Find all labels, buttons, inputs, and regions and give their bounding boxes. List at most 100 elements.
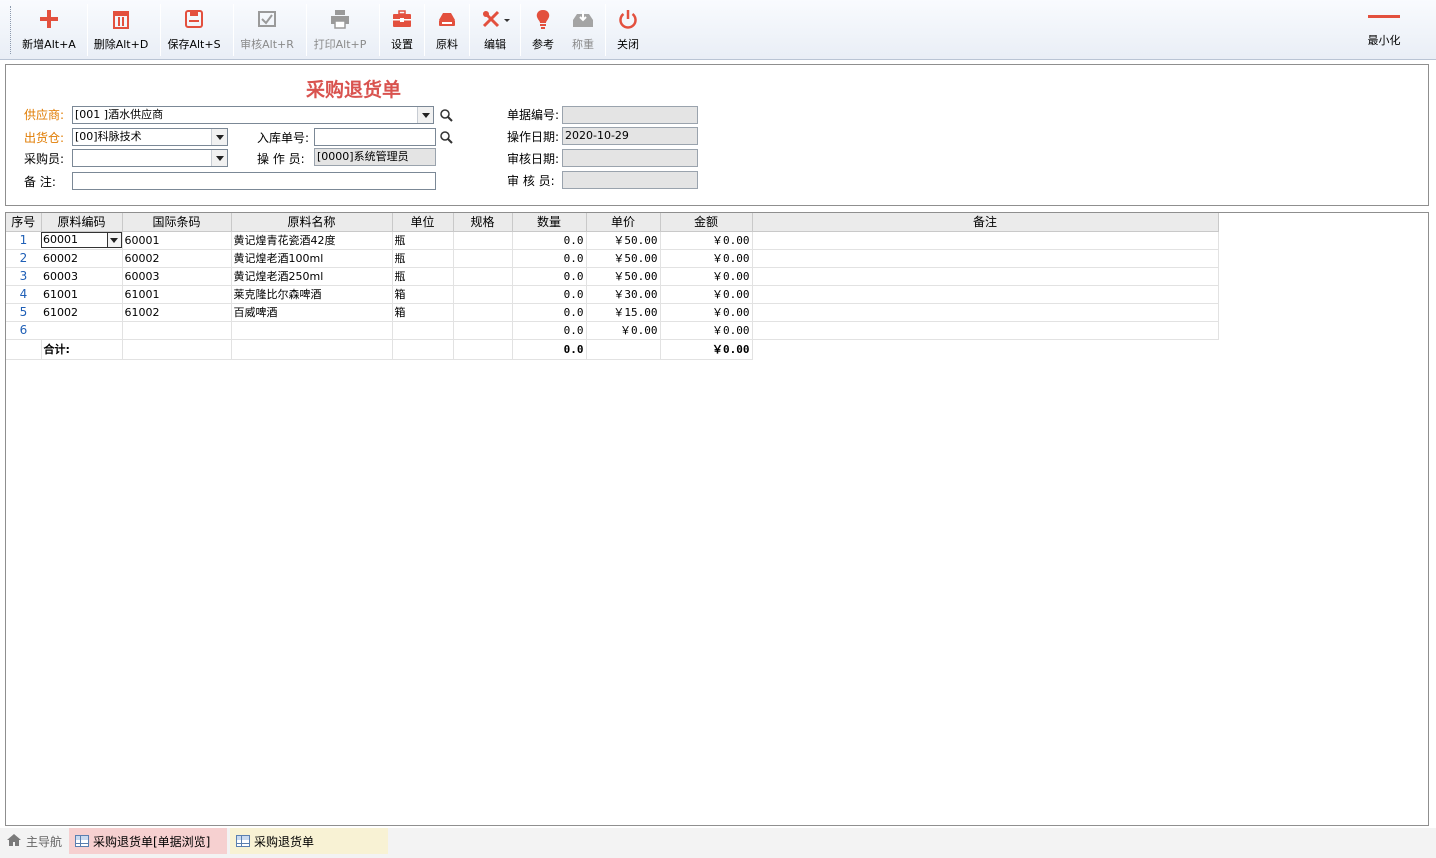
unit-cell[interactable] bbox=[392, 321, 454, 340]
name-cell[interactable] bbox=[231, 321, 393, 340]
supplier-search-icon[interactable] bbox=[438, 107, 454, 123]
code-cell[interactable]: 61002 bbox=[41, 303, 123, 322]
unit-cell[interactable]: 箱 bbox=[392, 303, 454, 322]
spec-cell[interactable] bbox=[453, 285, 513, 304]
column-header[interactable]: 备注 bbox=[752, 213, 1219, 232]
unit-cell[interactable]: 瓶 bbox=[392, 249, 454, 268]
price-cell[interactable]: ￥50.00 bbox=[586, 249, 661, 268]
delete-button[interactable]: 删除Alt+D bbox=[90, 4, 152, 56]
warehouse-label: 出货仓: bbox=[24, 131, 65, 145]
chevron-down-icon[interactable] bbox=[417, 107, 433, 123]
qty-cell[interactable]: 0.0 bbox=[512, 267, 587, 286]
name-cell[interactable]: 百威啤酒 bbox=[231, 303, 393, 322]
column-header[interactable]: 数量 bbox=[512, 213, 587, 232]
unit-cell[interactable]: 瓶 bbox=[392, 231, 454, 250]
column-header[interactable]: 原料编码 bbox=[41, 213, 123, 232]
toolbar-grip[interactable] bbox=[10, 6, 13, 54]
unit-cell[interactable]: 箱 bbox=[392, 285, 454, 304]
spec-cell[interactable] bbox=[453, 267, 513, 286]
add-button-label: 新增Alt+A bbox=[22, 38, 76, 51]
column-header[interactable]: 原料名称 bbox=[231, 213, 393, 232]
price-cell[interactable]: ￥30.00 bbox=[586, 285, 661, 304]
chevron-down-icon[interactable] bbox=[211, 150, 227, 166]
tab-current[interactable]: 采购退货单 bbox=[230, 828, 388, 854]
remark-cell[interactable] bbox=[752, 249, 1219, 268]
add-button[interactable]: 新增Alt+A bbox=[18, 4, 80, 56]
price-cell[interactable]: ￥50.00 bbox=[586, 231, 661, 250]
code-cell-editor[interactable]: 60001 bbox=[41, 231, 123, 250]
save-button[interactable]: 保存Alt+S bbox=[163, 4, 225, 56]
settings-button[interactable]: 设置 bbox=[382, 4, 422, 56]
code-cell[interactable]: 60003 bbox=[41, 267, 123, 286]
spec-cell[interactable] bbox=[453, 321, 513, 340]
barcode-cell[interactable]: 60003 bbox=[122, 267, 232, 286]
price-cell[interactable]: ￥50.00 bbox=[586, 267, 661, 286]
column-header[interactable]: 单位 bbox=[392, 213, 454, 232]
column-header[interactable]: 金额 bbox=[660, 213, 753, 232]
remark-cell[interactable] bbox=[752, 267, 1219, 286]
plus-icon bbox=[34, 4, 64, 34]
column-header[interactable]: 单价 bbox=[586, 213, 661, 232]
detail-grid[interactable]: 序号 原料编码 国际条码 原料名称 单位 规格 数量 单价 金额 备注 1 60… bbox=[5, 212, 1429, 826]
unit-cell[interactable]: 瓶 bbox=[392, 267, 454, 286]
close-button[interactable]: 关闭 bbox=[608, 4, 648, 56]
name-cell[interactable]: 莱克隆比尔森啤酒 bbox=[231, 285, 393, 304]
toolbar-separator bbox=[87, 4, 88, 56]
minimize-button[interactable]: 最小化 bbox=[1364, 4, 1404, 52]
table-row[interactable]: 2 60002 60002 黄记煌老酒100ml 瓶 0.0 ￥50.00 ￥0… bbox=[6, 249, 1219, 268]
name-cell[interactable]: 黄记煌青花瓷酒42度 bbox=[231, 231, 393, 250]
weigh-button[interactable]: 称重 bbox=[563, 4, 603, 56]
buyer-select[interactable] bbox=[72, 149, 228, 167]
toolbar-separator bbox=[233, 4, 234, 56]
qty-cell[interactable]: 0.0 bbox=[512, 285, 587, 304]
barcode-cell[interactable] bbox=[122, 321, 232, 340]
table-header-row: 序号 原料编码 国际条码 原料名称 单位 规格 数量 单价 金额 备注 bbox=[6, 213, 1219, 232]
column-header[interactable]: 规格 bbox=[453, 213, 513, 232]
price-cell[interactable]: ￥15.00 bbox=[586, 303, 661, 322]
spec-cell[interactable] bbox=[453, 249, 513, 268]
table-row[interactable]: 3 60003 60003 黄记煌老酒250ml 瓶 0.0 ￥50.00 ￥0… bbox=[6, 267, 1219, 286]
inbound-search-icon[interactable] bbox=[438, 129, 454, 145]
approve-button[interactable]: 审核Alt+R bbox=[236, 4, 298, 56]
tab-browse[interactable]: 采购退货单[单据浏览] bbox=[69, 828, 227, 854]
table-row[interactable]: 1 60001 60001 黄记煌青花瓷酒42度 瓶 0.0 ￥50.00 ￥0… bbox=[6, 231, 1219, 250]
name-cell[interactable]: 黄记煌老酒100ml bbox=[231, 249, 393, 268]
barcode-cell[interactable]: 61001 bbox=[122, 285, 232, 304]
column-header[interactable]: 国际条码 bbox=[122, 213, 232, 232]
column-header[interactable]: 序号 bbox=[6, 213, 42, 232]
remark-input[interactable] bbox=[72, 172, 436, 190]
price-cell[interactable]: ￥0.00 bbox=[586, 321, 661, 340]
code-cell[interactable] bbox=[41, 321, 123, 340]
edit-dropdown-button[interactable]: 编辑 bbox=[472, 4, 518, 56]
barcode-cell[interactable]: 61002 bbox=[122, 303, 232, 322]
print-button[interactable]: 打印Alt+P bbox=[309, 4, 371, 56]
qty-cell[interactable]: 0.0 bbox=[512, 249, 587, 268]
reference-button[interactable]: 参考 bbox=[523, 4, 563, 56]
qty-cell[interactable]: 0.0 bbox=[512, 231, 587, 250]
qty-cell[interactable]: 0.0 bbox=[512, 321, 587, 340]
barcode-cell[interactable]: 60002 bbox=[122, 249, 232, 268]
spec-cell[interactable] bbox=[453, 231, 513, 250]
table-row[interactable]: 5 61002 61002 百威啤酒 箱 0.0 ￥15.00 ￥0.00 bbox=[6, 303, 1219, 322]
spec-cell[interactable] bbox=[453, 303, 513, 322]
code-cell[interactable]: 61001 bbox=[41, 285, 123, 304]
remark-cell[interactable] bbox=[752, 285, 1219, 304]
chevron-down-icon[interactable] bbox=[106, 232, 121, 248]
inbound-no-input[interactable] bbox=[314, 128, 436, 146]
chevron-down-icon[interactable] bbox=[211, 129, 227, 145]
code-dropdown[interactable]: 60001 bbox=[41, 232, 121, 248]
remark-cell[interactable] bbox=[752, 231, 1219, 250]
remark-cell[interactable] bbox=[752, 321, 1219, 340]
barcode-cell[interactable]: 60001 bbox=[122, 231, 232, 250]
supplier-select[interactable]: [001 ]酒水供应商 bbox=[72, 106, 434, 124]
table-row[interactable]: 4 61001 61001 莱克隆比尔森啤酒 箱 0.0 ￥30.00 ￥0.0… bbox=[6, 285, 1219, 304]
name-cell[interactable]: 黄记煌老酒250ml bbox=[231, 267, 393, 286]
material-button[interactable]: 原料 bbox=[427, 4, 467, 56]
qty-cell[interactable]: 0.0 bbox=[512, 303, 587, 322]
tab-main-nav[interactable]: 主导航 bbox=[0, 828, 66, 854]
code-cell[interactable]: 60002 bbox=[41, 249, 123, 268]
remark-cell[interactable] bbox=[752, 303, 1219, 322]
table-row[interactable]: 6 0.0 ￥0.00 ￥0.00 bbox=[6, 321, 1219, 340]
row-number: 4 bbox=[6, 285, 41, 304]
warehouse-select[interactable]: [00]科脉技术 bbox=[72, 128, 228, 146]
